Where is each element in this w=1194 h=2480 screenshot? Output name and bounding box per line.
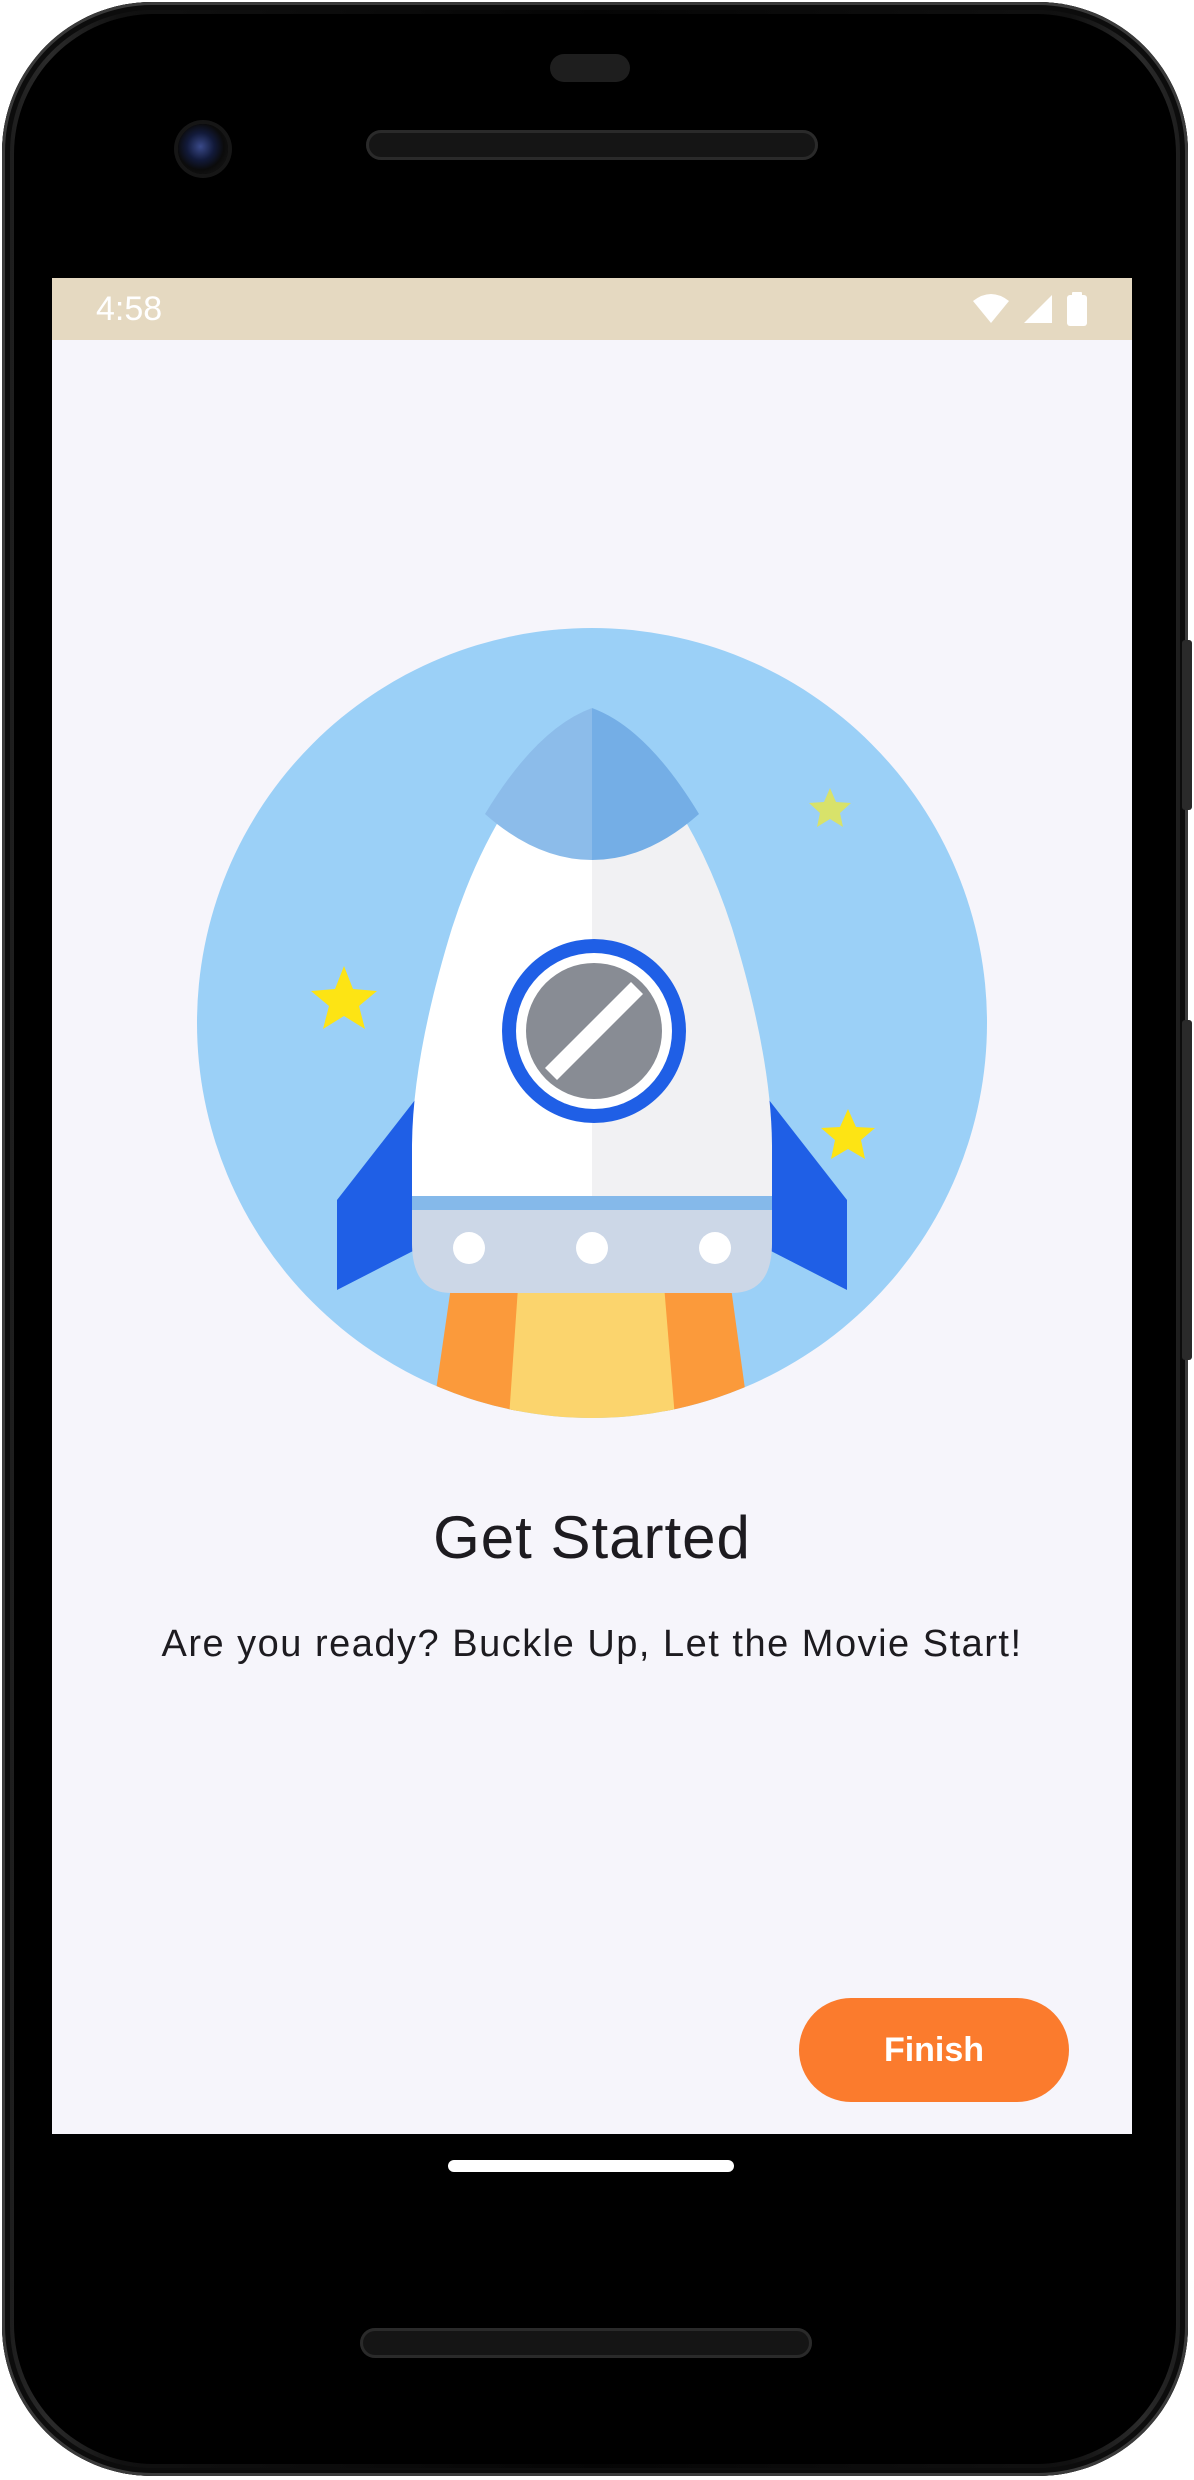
- front-camera: [178, 124, 228, 174]
- wifi-icon: [972, 293, 1010, 325]
- top-speaker-grille: [366, 130, 818, 160]
- porthole-dot: [453, 1232, 485, 1264]
- porthole-dot: [576, 1232, 608, 1264]
- page-title: Get Started: [433, 1504, 751, 1571]
- body-band: [412, 1196, 772, 1210]
- porthole-dot: [699, 1232, 731, 1264]
- gesture-nav-handle[interactable]: [448, 2160, 734, 2172]
- signal-icon: [1022, 293, 1054, 325]
- status-bar: 4:58: [52, 278, 1132, 340]
- power-button: [1182, 640, 1192, 810]
- finish-button[interactable]: Finish: [799, 1998, 1069, 2102]
- battery-icon: [1066, 292, 1088, 326]
- app-screen: 4:58 Get Started Are you ready? Buckle U…: [52, 278, 1132, 2134]
- rocket-illustration: [197, 628, 987, 1418]
- earpiece: [550, 54, 630, 82]
- status-icons: [972, 292, 1088, 326]
- page-subtitle: Are you ready? Buckle Up, Let the Movie …: [161, 1623, 1023, 1665]
- flame-center: [509, 1273, 675, 1418]
- status-time: 4:58: [96, 289, 163, 328]
- bottom-speaker-grille: [360, 2328, 812, 2358]
- volume-button: [1182, 1020, 1192, 1360]
